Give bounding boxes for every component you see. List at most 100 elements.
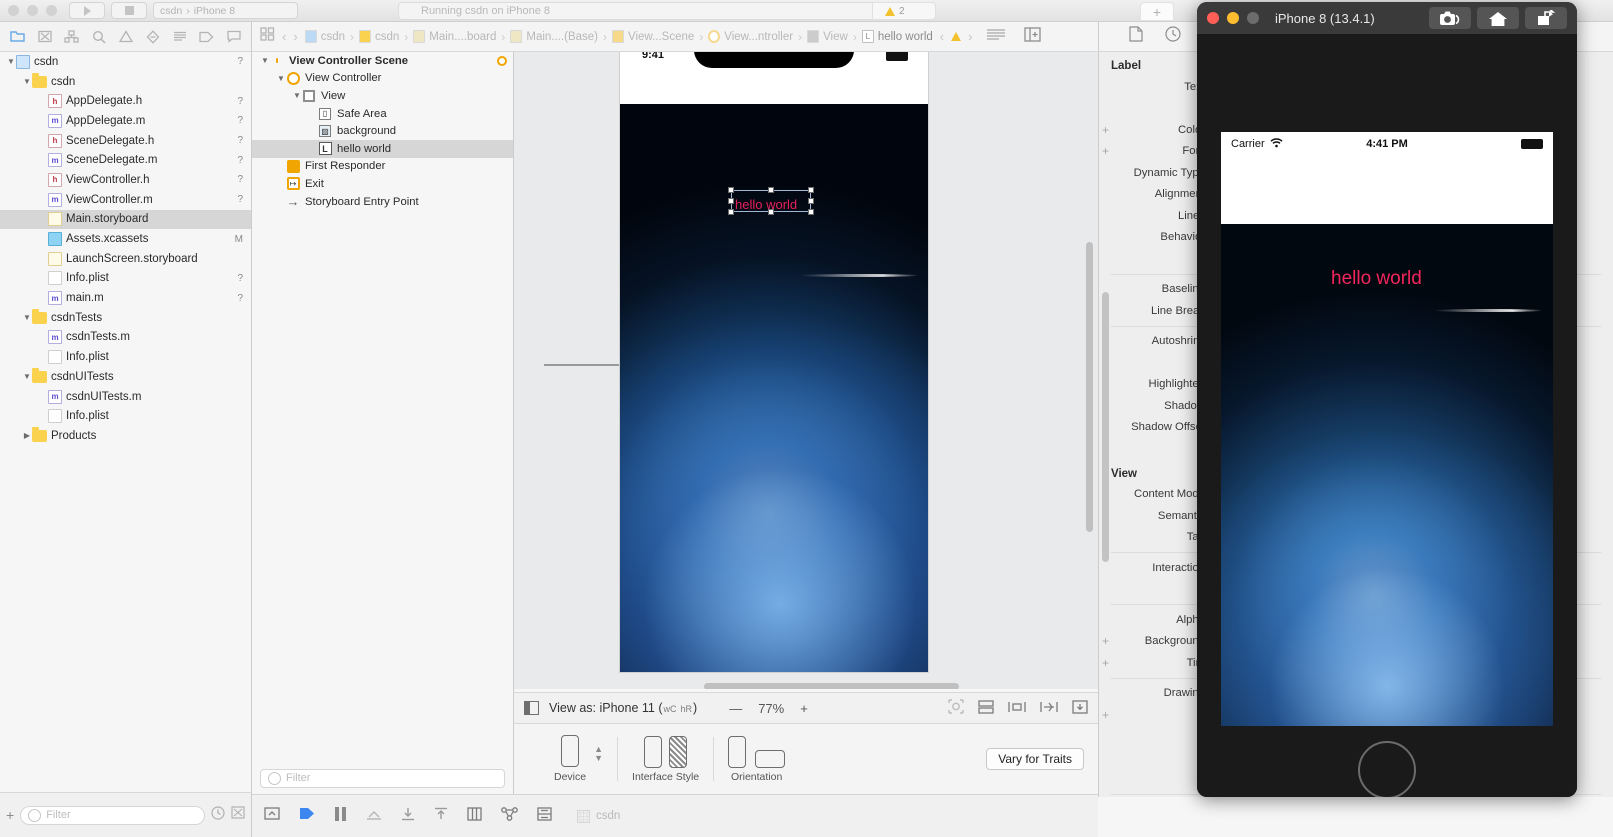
landscape-icon[interactable] xyxy=(755,750,785,768)
project-navigator[interactable]: ▼csdn?▼csdnhAppDelegate.h?mAppDelegate.m… xyxy=(0,52,252,792)
home-icon[interactable] xyxy=(1477,7,1519,29)
disclosure-open-icon[interactable]: ▼ xyxy=(292,91,302,100)
simulator-minimize-button[interactable] xyxy=(1227,12,1239,24)
breadcrumb-item[interactable]: Main....(Base) xyxy=(510,30,598,43)
navigator-item[interactable]: mAppDelegate.m? xyxy=(0,111,251,131)
disclosure-closed-icon[interactable]: ▶ xyxy=(22,431,32,440)
simulator-home-button[interactable] xyxy=(1358,741,1416,797)
navigator-item[interactable]: hViewController.h? xyxy=(0,170,251,190)
share-icon[interactable] xyxy=(1525,7,1567,29)
navigator-item[interactable]: mcsdnUITests.m xyxy=(0,387,251,407)
navigator-item[interactable]: mSceneDelegate.m? xyxy=(0,150,251,170)
document-outline-toggle-icon[interactable] xyxy=(524,701,539,715)
outline-item[interactable]: →Storyboard Entry Point xyxy=(252,193,513,211)
issue-counter[interactable]: 2 xyxy=(872,2,936,20)
warning-icon[interactable] xyxy=(951,32,961,41)
outline-item[interactable]: First Responder xyxy=(252,158,513,176)
zoom-in-button[interactable]: + xyxy=(800,701,808,716)
resize-handle-tr[interactable] xyxy=(808,187,814,193)
navigator-item[interactable]: mmain.m? xyxy=(0,288,251,308)
folder-icon[interactable] xyxy=(4,30,31,43)
portrait-icon[interactable] xyxy=(728,736,746,768)
minimize-button[interactable] xyxy=(27,5,38,16)
simulator-screen[interactable]: Carrier 4:41 PM hello world xyxy=(1221,132,1553,726)
simulator-window[interactable]: iPhone 8 (13.4.1) Carrier xyxy=(1197,2,1577,797)
add-editor-icon[interactable] xyxy=(1024,27,1041,47)
minimap-icon[interactable] xyxy=(987,28,1005,46)
navigator-filter-input[interactable]: Filter xyxy=(20,806,205,825)
maximize-button[interactable] xyxy=(46,5,57,16)
issue-nav-right-icon[interactable]: › xyxy=(968,29,972,44)
navigator-item[interactable]: ▼csdnUITests xyxy=(0,367,251,387)
outline-item[interactable]: ▼View xyxy=(252,87,513,105)
resize-handle-mr[interactable] xyxy=(808,198,814,204)
device-stepper-icon[interactable]: ▲▼ xyxy=(594,745,603,763)
navigator-item[interactable]: mViewController.m? xyxy=(0,190,251,210)
device-phone-icon[interactable] xyxy=(561,735,579,767)
resize-handle-bc[interactable] xyxy=(768,209,774,215)
orientation-trait-group[interactable]: Orientation xyxy=(714,736,799,783)
source-control-filter-icon[interactable] xyxy=(231,806,245,824)
outline-item[interactable]: ↦Exit xyxy=(252,175,513,193)
view-hierarchy-icon[interactable] xyxy=(467,807,482,826)
embed-in-icon[interactable] xyxy=(978,700,994,717)
breadcrumb-item[interactable]: View...Scene xyxy=(612,30,694,43)
canvas-horizontal-scrollbar[interactable] xyxy=(704,683,959,689)
stop-button[interactable] xyxy=(111,2,147,19)
add-constraints-icon[interactable] xyxy=(1040,700,1058,717)
resolve-issues-icon[interactable] xyxy=(1072,700,1088,717)
navigator-item[interactable]: ▶Products xyxy=(0,426,251,446)
hide-debug-area-icon[interactable] xyxy=(264,807,280,825)
resize-handle-tc[interactable] xyxy=(768,187,774,193)
simulator-maximize-button[interactable] xyxy=(1247,12,1259,24)
recent-files-icon[interactable] xyxy=(211,806,225,825)
breadcrumb-item[interactable]: Main....board xyxy=(413,30,496,43)
navigator-item[interactable]: LaunchScreen.storyboard xyxy=(0,249,251,269)
vary-for-traits-button[interactable]: Vary for Traits xyxy=(986,748,1084,770)
chevron-right-icon[interactable]: › xyxy=(293,29,297,44)
add-variation-icon[interactable]: + xyxy=(1099,634,1112,648)
run-button[interactable] xyxy=(69,2,105,19)
view-controller-device[interactable]: 9:41 hello world xyxy=(620,52,928,672)
disclosure-open-icon[interactable]: ▼ xyxy=(6,57,16,66)
view-as-label[interactable]: View as: iPhone 11 ( xyxy=(549,701,663,715)
resize-handle-bl[interactable] xyxy=(728,209,734,215)
add-variation-icon[interactable]: + xyxy=(1099,144,1112,158)
source-control-icon[interactable] xyxy=(31,30,58,43)
debug-process-crumb[interactable]: csdn xyxy=(577,810,620,823)
update-frames-icon[interactable] xyxy=(948,699,964,717)
comment-icon[interactable] xyxy=(220,30,247,43)
breadcrumb-item[interactable]: View...ntroller xyxy=(708,30,793,43)
pause-icon[interactable] xyxy=(334,807,347,826)
add-variation-icon[interactable]: + xyxy=(1099,123,1112,137)
disclosure-open-icon[interactable]: ▼ xyxy=(260,56,270,65)
symbol-icon[interactable] xyxy=(58,30,85,43)
navigator-item[interactable]: Assets.xcassetsM xyxy=(0,229,251,249)
document-outline[interactable]: ▼View Controller Scene▼View Controller▼V… xyxy=(252,52,514,762)
window-controls[interactable] xyxy=(8,5,57,16)
outline-item[interactable]: Lhello world xyxy=(252,140,513,158)
navigator-item[interactable]: mcsdnTests.m xyxy=(0,328,251,348)
storyboard-canvas[interactable]: 9:41 hello world xyxy=(514,52,1098,689)
scene-dot-icon[interactable] xyxy=(497,56,507,66)
navigator-item[interactable]: Info.plist xyxy=(0,347,251,367)
resize-handle-tl[interactable] xyxy=(728,187,734,193)
environment-overrides-icon[interactable] xyxy=(537,807,552,826)
resize-handle-ml[interactable] xyxy=(728,198,734,204)
inspector-scrollbar[interactable] xyxy=(1102,292,1109,562)
interface-style-trait-group[interactable]: Interface Style xyxy=(618,736,713,783)
zoom-level[interactable]: 77% xyxy=(758,701,784,716)
memory-graph-icon[interactable] xyxy=(501,807,518,826)
device-trait-group[interactable]: Device ▲▼ xyxy=(514,735,617,783)
add-file-button[interactable]: + xyxy=(6,807,14,823)
search-icon[interactable] xyxy=(85,30,112,44)
navigator-item[interactable]: hSceneDelegate.h? xyxy=(0,131,251,151)
breadcrumb-item[interactable]: Lhello world xyxy=(862,30,933,43)
breadcrumb-item[interactable]: csdn xyxy=(305,30,345,43)
continue-icon[interactable] xyxy=(299,807,315,825)
navigator-item[interactable]: ▼csdnTests xyxy=(0,308,251,328)
file-inspector-icon[interactable] xyxy=(1129,26,1143,47)
related-items-icon[interactable] xyxy=(260,27,275,46)
step-over-icon[interactable] xyxy=(366,807,382,825)
breadcrumb-item[interactable]: View xyxy=(807,30,848,43)
